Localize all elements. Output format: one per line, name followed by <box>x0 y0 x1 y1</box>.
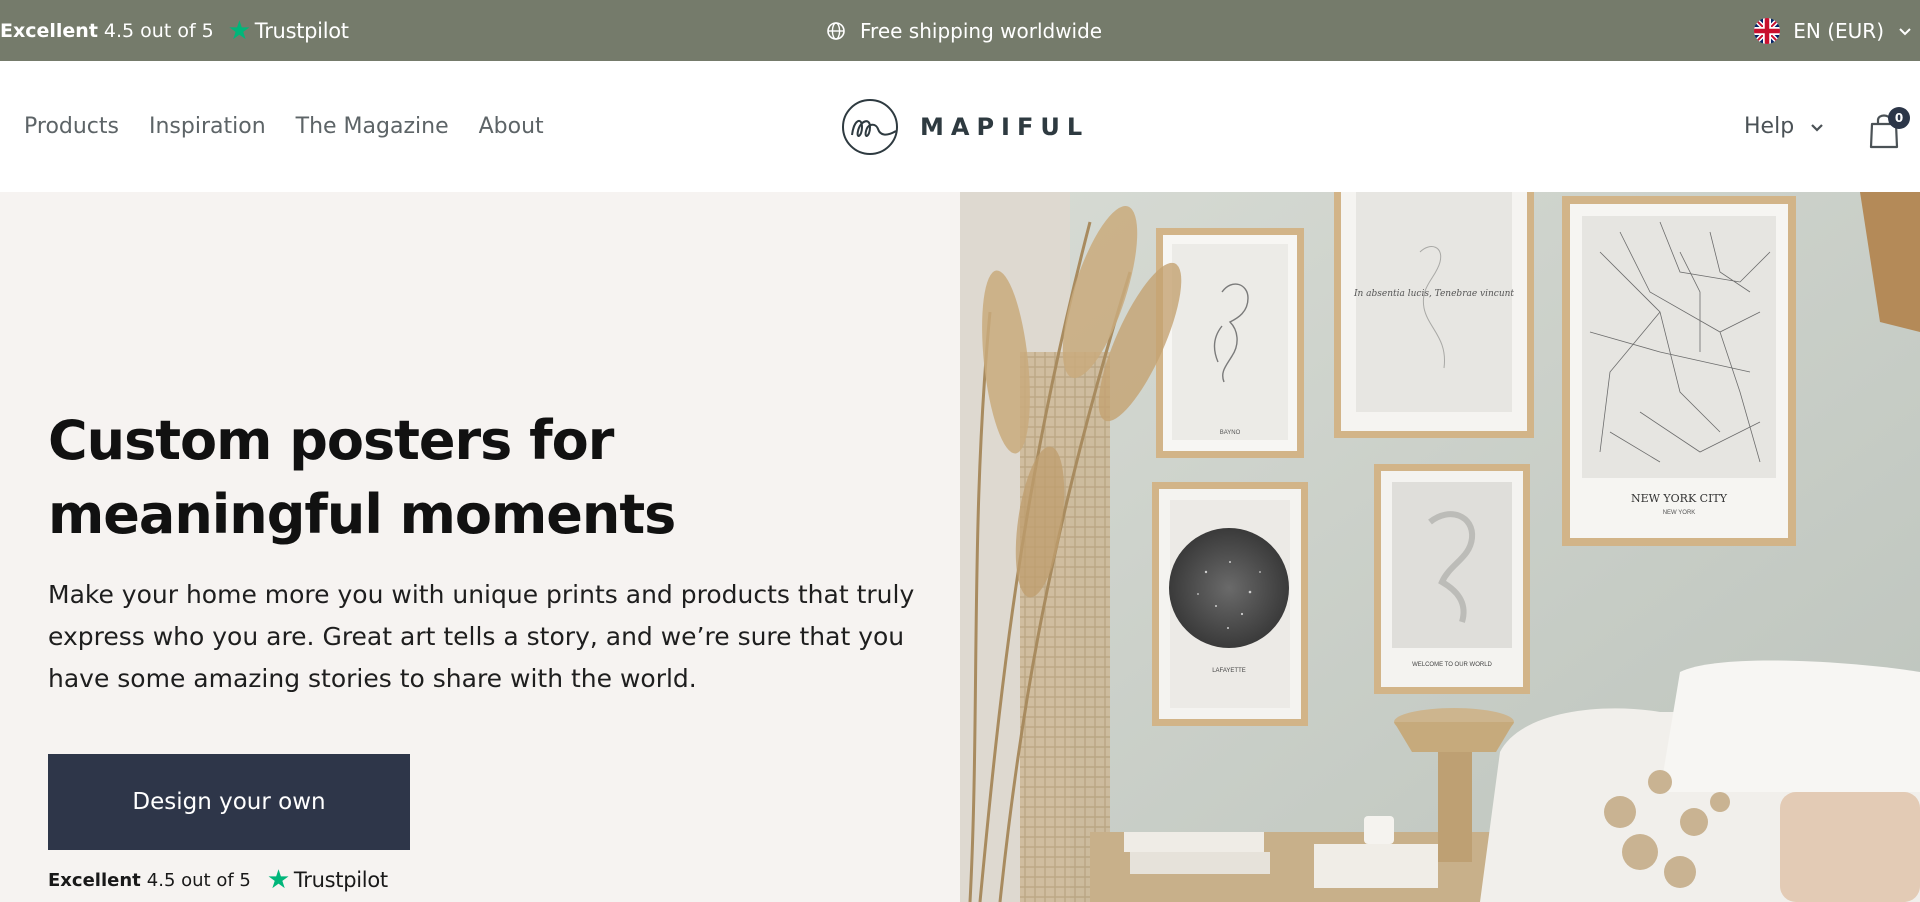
poster-handwritten: In absentia lucis, Tenebrae vincunt <box>1334 192 1534 438</box>
poster-word-art: WELCOME TO OUR WORLD <box>1374 464 1530 694</box>
poster-baby-title: WELCOME TO OUR WORLD <box>1412 662 1492 668</box>
free-shipping-notice: Free shipping worldwide <box>826 0 1102 61</box>
chevron-down-icon <box>1899 27 1911 35</box>
poster-quote: In absentia lucis, Tenebrae vincunt <box>1353 289 1514 299</box>
announcement-bar: Excellent 4.5 out of 5 ★ Trustpilot Free… <box>0 0 1920 61</box>
trustpilot-star-icon: ★ <box>266 865 290 895</box>
mapiful-logo[interactable]: MAPIFUL <box>840 97 1089 157</box>
nav-magazine[interactable]: The Magazine <box>296 114 449 139</box>
hero-description: Make your home more you with unique prin… <box>48 580 915 693</box>
globe-icon <box>827 21 845 40</box>
hero-text-panel: Custom posters for meaningful moments Ma… <box>0 192 960 902</box>
rating-value: 4.5 out of 5 <box>146 869 251 891</box>
book-stack-lower <box>1130 852 1270 874</box>
book-stack <box>1124 832 1264 852</box>
gallery-wall-illustration: BAYNO In absentia lucis, Tenebrae vincun… <box>960 192 1920 902</box>
help-label: Help <box>1744 114 1795 139</box>
uk-flag-icon <box>1754 17 1781 44</box>
locale-selector[interactable]: EN (EUR) <box>1753 0 1920 61</box>
locale-label: EN (EUR) <box>1793 18 1884 43</box>
main-nav: Products Inspiration The Magazine About <box>24 61 544 192</box>
trustpilot-label: Trustpilot <box>254 18 349 43</box>
nav-products[interactable]: Products <box>24 114 119 139</box>
poster-city-map: NEW YORK CITY NEW YORK <box>1562 196 1796 546</box>
trustpilot-logo: ★ Trustpilot <box>267 867 388 893</box>
hero-title: Custom posters for meaningful moments <box>48 404 868 552</box>
help-menu[interactable]: Help <box>1744 61 1826 192</box>
trustpilot-rating-top[interactable]: Excellent 4.5 out of 5 ★ Trustpilot <box>0 0 349 61</box>
nav-about[interactable]: About <box>479 114 544 139</box>
poster-city-title: NEW YORK CITY <box>1631 492 1728 505</box>
mapiful-logo-icon <box>842 99 898 155</box>
chevron-down-icon <box>1811 123 1823 132</box>
cart-button[interactable]: 0 <box>1866 107 1910 151</box>
poster-star-map: LAFAYETTE <box>1152 482 1308 726</box>
hero-title-line-2: meaningful moments <box>48 483 676 546</box>
logo-wordmark: MAPIFUL <box>920 113 1090 141</box>
candle-jar <box>1364 816 1394 844</box>
poster-city-subtitle: NEW YORK <box>1663 510 1696 516</box>
rating-label: Excellent <box>0 19 98 42</box>
trustpilot-logo: ★ Trustpilot <box>228 18 349 44</box>
trustpilot-label: Trustpilot <box>293 868 388 892</box>
book-stack-right <box>1314 844 1438 888</box>
hero-image: BAYNO In absentia lucis, Tenebrae vincun… <box>960 192 1920 902</box>
poster-line-art: BAYNO <box>1156 228 1304 458</box>
poster-caption: BAYNO <box>1220 430 1241 436</box>
hero-title-line-1: Custom posters for <box>48 409 614 472</box>
nav-inspiration[interactable]: Inspiration <box>149 114 266 139</box>
rating-label: Excellent <box>48 869 141 891</box>
shipping-text: Free shipping worldwide <box>860 18 1103 43</box>
trustpilot-star-icon: ★ <box>227 15 251 46</box>
site-header: Products Inspiration The Magazine About … <box>0 61 1920 192</box>
rating-value: 4.5 out of 5 <box>103 19 214 42</box>
poster-star-title: LAFAYETTE <box>1212 668 1246 674</box>
trustpilot-rating-hero[interactable]: Excellent 4.5 out of 5 ★ Trustpilot <box>48 860 388 900</box>
cart-count-badge: 0 <box>1888 107 1910 129</box>
design-your-own-button[interactable]: Design your own <box>48 754 410 850</box>
